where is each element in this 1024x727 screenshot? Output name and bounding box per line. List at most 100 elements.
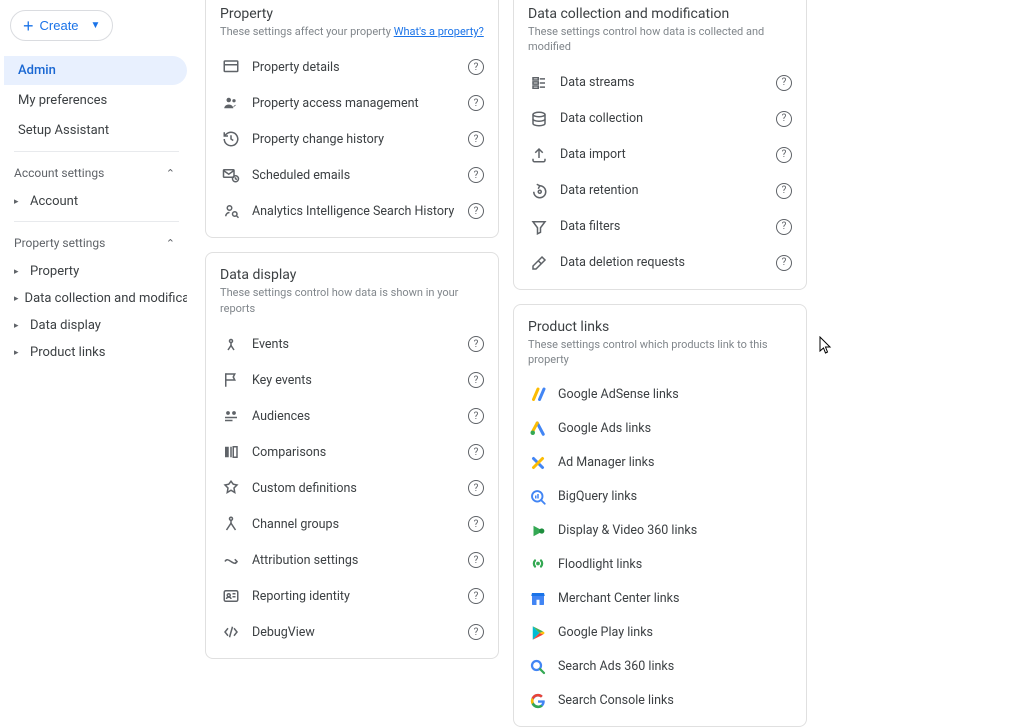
- triangle-right-icon: ▸: [14, 321, 24, 331]
- row-label: Merchant Center links: [558, 591, 792, 606]
- row-data-streams[interactable]: Data streams ?: [514, 65, 806, 101]
- flag-icon: [220, 369, 242, 391]
- ad-manager-icon: [528, 453, 548, 473]
- help-icon[interactable]: ?: [468, 167, 484, 183]
- nav-property[interactable]: ▸Property: [4, 258, 187, 285]
- row-label: Display & Video 360 links: [558, 523, 792, 538]
- help-icon[interactable]: ?: [468, 372, 484, 388]
- help-icon[interactable]: ?: [468, 131, 484, 147]
- help-icon[interactable]: ?: [468, 408, 484, 424]
- data-collection-title: Data collection and modification: [528, 6, 792, 22]
- row-floodlight-links[interactable]: Floodlight links: [514, 548, 806, 582]
- row-data-deletion[interactable]: Data deletion requests ?: [514, 245, 806, 281]
- details-icon: [220, 56, 242, 78]
- row-debugview[interactable]: DebugView ?: [206, 614, 498, 650]
- whats-a-property-link[interactable]: What's a property?: [394, 25, 484, 38]
- row-label: Property change history: [252, 132, 468, 147]
- row-label: Events: [252, 337, 468, 352]
- help-icon[interactable]: ?: [776, 111, 792, 127]
- nav-setup-assistant[interactable]: Setup Assistant: [4, 116, 187, 145]
- row-data-collection[interactable]: Data collection ?: [514, 101, 806, 137]
- help-icon[interactable]: ?: [468, 516, 484, 532]
- property-card: Property These settings affect your prop…: [205, 0, 499, 238]
- row-key-events[interactable]: Key events ?: [206, 362, 498, 398]
- help-icon[interactable]: ?: [776, 183, 792, 199]
- row-dv360-links[interactable]: Display & Video 360 links: [514, 514, 806, 548]
- row-property-history[interactable]: Property change history ?: [206, 121, 498, 157]
- help-icon[interactable]: ?: [468, 444, 484, 460]
- help-icon[interactable]: ?: [468, 336, 484, 352]
- nav-admin[interactable]: Admin: [4, 56, 187, 85]
- triangle-right-icon: ▸: [14, 348, 24, 358]
- help-icon[interactable]: ?: [776, 255, 792, 271]
- bigquery-icon: [528, 487, 548, 507]
- help-icon[interactable]: ?: [776, 147, 792, 163]
- row-adsense-links[interactable]: Google AdSense links: [514, 378, 806, 412]
- property-card-header: Property These settings affect your prop…: [206, 0, 498, 49]
- data-collection-subtitle: These settings control how data is colle…: [528, 24, 792, 55]
- chevron-up-icon: ⌃: [166, 167, 175, 180]
- create-button[interactable]: + Create ▼: [10, 10, 113, 41]
- merchant-icon: [528, 589, 548, 609]
- row-label: Attribution settings: [252, 553, 468, 568]
- help-icon[interactable]: ?: [468, 95, 484, 111]
- row-ad-manager-links[interactable]: Ad Manager links: [514, 446, 806, 480]
- row-sa360-links[interactable]: Search Ads 360 links: [514, 650, 806, 684]
- identity-icon: [220, 585, 242, 607]
- streams-icon: [528, 72, 550, 94]
- dv360-icon: [528, 521, 548, 541]
- help-icon[interactable]: ?: [468, 480, 484, 496]
- search-person-icon: [220, 200, 242, 222]
- floodlight-icon: [528, 555, 548, 575]
- help-icon[interactable]: ?: [776, 75, 792, 91]
- row-google-ads-links[interactable]: Google Ads links: [514, 412, 806, 446]
- row-data-filters[interactable]: Data filters ?: [514, 209, 806, 245]
- property-settings-label: Property settings: [14, 236, 105, 250]
- row-channel-groups[interactable]: Channel groups ?: [206, 506, 498, 542]
- row-google-play-links[interactable]: Google Play links: [514, 616, 806, 650]
- row-label: Search Ads 360 links: [558, 659, 792, 674]
- row-property-details[interactable]: Property details ?: [206, 49, 498, 85]
- row-label: Ad Manager links: [558, 455, 792, 470]
- row-data-import[interactable]: Data import ?: [514, 137, 806, 173]
- account-settings-label: Account settings: [14, 166, 104, 180]
- row-search-history[interactable]: Analytics Intelligence Search History ?: [206, 193, 498, 229]
- row-custom-definitions[interactable]: Custom definitions ?: [206, 470, 498, 506]
- row-audiences[interactable]: Audiences ?: [206, 398, 498, 434]
- help-icon[interactable]: ?: [468, 59, 484, 75]
- row-label: Analytics Intelligence Search History: [252, 204, 468, 219]
- help-icon[interactable]: ?: [468, 588, 484, 604]
- chevron-down-icon: ▼: [91, 20, 101, 31]
- nav-account[interactable]: ▸ Account: [4, 188, 187, 215]
- nav-my-preferences[interactable]: My preferences: [4, 86, 187, 115]
- nav-product-links[interactable]: ▸Product links: [4, 339, 187, 366]
- row-data-retention[interactable]: Data retention ?: [514, 173, 806, 209]
- account-settings-header[interactable]: Account settings ⌃: [4, 158, 187, 188]
- google-g-icon: [528, 691, 548, 711]
- nav-data-display[interactable]: ▸Data display: [4, 312, 187, 339]
- product-links-title: Product links: [528, 319, 792, 335]
- help-icon[interactable]: ?: [468, 624, 484, 640]
- custom-icon: [220, 477, 242, 499]
- row-search-console-links[interactable]: Search Console links: [514, 684, 806, 718]
- help-icon[interactable]: ?: [468, 203, 484, 219]
- people-icon: [220, 92, 242, 114]
- right-column: Data collection and modification These s…: [513, 0, 807, 553]
- nav-data-collection[interactable]: ▸Data collection and modifica...: [4, 285, 187, 312]
- help-icon[interactable]: ?: [468, 552, 484, 568]
- row-comparisons[interactable]: Comparisons ?: [206, 434, 498, 470]
- row-bigquery-links[interactable]: BigQuery links: [514, 480, 806, 514]
- row-property-access[interactable]: Property access management ?: [206, 85, 498, 121]
- row-scheduled-emails[interactable]: Scheduled emails ?: [206, 157, 498, 193]
- help-icon[interactable]: ?: [776, 219, 792, 235]
- events-icon: [220, 333, 242, 355]
- row-merchant-links[interactable]: Merchant Center links: [514, 582, 806, 616]
- row-events[interactable]: Events ?: [206, 326, 498, 362]
- property-settings-header[interactable]: Property settings ⌃: [4, 228, 187, 258]
- adsense-icon: [528, 385, 548, 405]
- filter-icon: [528, 216, 550, 238]
- debug-icon: [220, 621, 242, 643]
- row-reporting-identity[interactable]: Reporting identity ?: [206, 578, 498, 614]
- property-subtitle-text: These settings affect your property: [220, 25, 394, 38]
- google-ads-icon: [528, 419, 548, 439]
